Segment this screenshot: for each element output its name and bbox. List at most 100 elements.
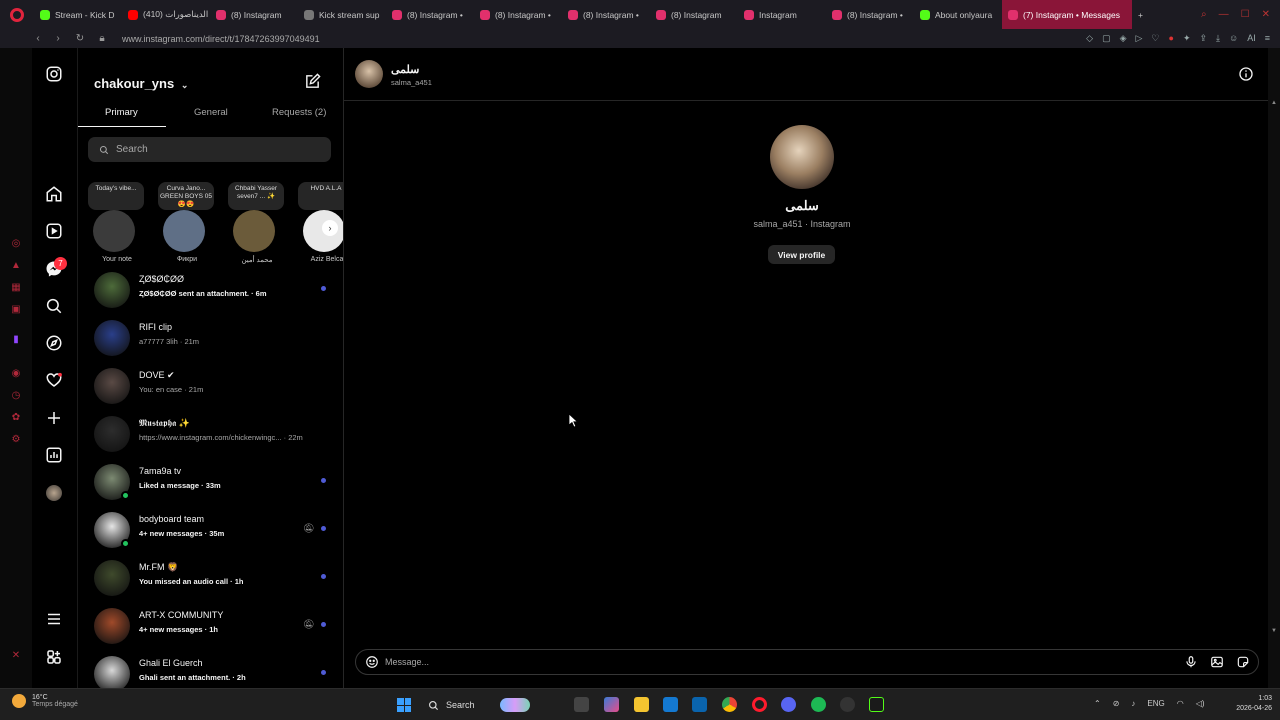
task-view-icon[interactable] xyxy=(574,697,589,712)
browser-tab[interactable]: الديناصورات (410) xyxy=(122,0,210,29)
menu-icon[interactable]: ≡ xyxy=(1265,33,1270,44)
maximize-icon[interactable]: ☐ xyxy=(1241,9,1250,20)
twitch-icon[interactable]: ▮ xyxy=(10,334,22,346)
obs-icon[interactable] xyxy=(840,697,855,712)
chrome-icon[interactable] xyxy=(722,697,737,712)
conversation-row[interactable]: bodyboard team 4+ new messages · 35m 🔕︎ xyxy=(78,510,343,558)
shield-icon[interactable]: ◈ xyxy=(1120,33,1127,44)
threads-icon[interactable] xyxy=(45,648,63,666)
scroll-down-icon[interactable]: ▼ xyxy=(1271,628,1277,634)
taskbar-search[interactable]: Search xyxy=(420,695,530,715)
conversation-row[interactable]: ⱫØ$Ø₵ØØ ⱫØ$Ø₵ØØ sent an attachment. · 6m xyxy=(78,270,343,318)
tray-chevron-icon[interactable]: ⌃ xyxy=(1094,699,1101,708)
browser-tab[interactable]: (8) Instagram xyxy=(650,0,738,29)
wifi-icon[interactable]: ◠ xyxy=(1177,699,1184,708)
workspace-icon[interactable]: ▲ xyxy=(10,260,22,272)
aria-icon[interactable]: ◎ xyxy=(10,238,22,250)
emoji-icon[interactable] xyxy=(365,655,379,669)
windows-start-icon[interactable] xyxy=(397,698,411,712)
info-icon[interactable] xyxy=(1238,66,1254,82)
mic-tray-icon[interactable]: ♪ xyxy=(1131,699,1135,708)
discord-icon[interactable] xyxy=(781,697,796,712)
dashboard-icon[interactable] xyxy=(45,446,63,464)
conversation-row[interactable]: RIFI clip a77777 3lih · 21m xyxy=(78,318,343,366)
scroll-up-icon[interactable]: ▲ xyxy=(1271,100,1277,106)
network-icon[interactable]: ⊘ xyxy=(1113,699,1120,708)
file-explorer-icon[interactable] xyxy=(634,697,649,712)
gx-icon[interactable]: ✕ xyxy=(10,650,22,662)
sticker-icon[interactable] xyxy=(1236,655,1250,669)
player-icon[interactable]: ◉ xyxy=(10,368,22,380)
outlook-icon[interactable] xyxy=(692,697,707,712)
conversation-row[interactable]: DOVE ✔ You: en case · 21m xyxy=(78,366,343,414)
back-icon[interactable]: ‹ xyxy=(30,33,46,44)
browser-tab[interactable]: (7) Instagram • Messages xyxy=(1002,0,1132,29)
weather-widget[interactable]: 16°C Temps dégagé xyxy=(12,694,78,708)
extension-vpn-icon[interactable]: ● xyxy=(1169,33,1174,44)
snapshot-icon[interactable]: ▢ xyxy=(1102,33,1111,44)
spotify-icon[interactable] xyxy=(811,697,826,712)
search-icon[interactable] xyxy=(45,297,63,315)
opera-gx-icon[interactable] xyxy=(752,697,767,712)
compose-icon[interactable] xyxy=(304,73,321,90)
search-tabs-icon[interactable]: ⌕ xyxy=(1201,9,1207,20)
image-icon[interactable] xyxy=(1210,655,1224,669)
pinboard-icon[interactable]: ▣ xyxy=(10,304,22,316)
play-icon[interactable]: ▷ xyxy=(1136,33,1143,44)
conversation-row[interactable]: 𝕸𝖚𝖘𝖙𝖆𝖕𝖍𝖆 ✨ https://www.instagram.com/chic… xyxy=(78,414,343,462)
new-tab-button[interactable]: + xyxy=(1132,0,1152,29)
tab-requests[interactable]: Requests (2) xyxy=(272,107,326,118)
conversation-row[interactable]: Mr.FM 🦁 You missed an audio call · 1h xyxy=(78,558,343,606)
page-scrollbar[interactable]: ▲ ▼ xyxy=(1268,48,1280,688)
browser-tab[interactable]: (8) Instagram xyxy=(210,0,298,29)
browser-tab[interactable]: (8) Instagram • xyxy=(386,0,474,29)
share-icon[interactable]: ⇪ xyxy=(1199,33,1207,44)
url-field[interactable]: www.instagram.com/direct/t/1784726399704… xyxy=(122,34,320,44)
widgets-app-icon[interactable] xyxy=(604,697,619,712)
conversation-row[interactable]: ART-X COMMUNITY 4+ new messages · 1h 🔕︎ xyxy=(78,606,343,654)
message-composer[interactable]: Message... xyxy=(355,649,1259,675)
browser-tab[interactable]: About onlyaura xyxy=(914,0,1002,29)
chat-avatar[interactable] xyxy=(355,60,383,88)
home-icon[interactable] xyxy=(45,185,63,203)
extensions-sidebar-icon[interactable]: ✿ xyxy=(10,412,22,424)
history-icon[interactable]: ◷ xyxy=(10,390,22,402)
browser-tab[interactable]: (8) Instagram • xyxy=(826,0,914,29)
chat-contact-name[interactable]: سلمى xyxy=(391,63,419,76)
chevron-right-icon[interactable]: › xyxy=(322,220,338,236)
tab-primary[interactable]: Primary xyxy=(105,107,138,118)
heart-icon[interactable] xyxy=(45,371,63,389)
browser-tab[interactable]: Stream - Kick D xyxy=(34,0,122,29)
search-input[interactable]: Search xyxy=(88,137,331,162)
extensions-icon[interactable]: ✦ xyxy=(1183,33,1191,44)
instagram-logo-icon[interactable] xyxy=(45,65,63,83)
browser-tab[interactable]: (8) Instagram • xyxy=(474,0,562,29)
account-switcher[interactable]: chakour_yns ⌄ xyxy=(94,76,188,91)
view-profile-button[interactable]: View profile xyxy=(768,245,835,264)
menu-icon[interactable] xyxy=(45,610,63,628)
profile-icon[interactable]: ☺ xyxy=(1229,33,1238,44)
reload-icon[interactable]: ↻ xyxy=(72,33,88,44)
close-window-icon[interactable]: ✕ xyxy=(1262,9,1270,20)
bookmark-icon[interactable]: ◇ xyxy=(1086,33,1093,44)
profile-avatar[interactable] xyxy=(45,484,63,502)
mic-icon[interactable] xyxy=(1184,655,1198,669)
store-icon[interactable] xyxy=(663,697,678,712)
heart-bookmark-icon[interactable]: ♡ xyxy=(1151,33,1159,44)
opera-logo-icon[interactable] xyxy=(10,7,24,22)
minimize-icon[interactable]: — xyxy=(1219,9,1229,20)
volume-icon[interactable]: ◁) xyxy=(1196,699,1205,708)
tab-general[interactable]: General xyxy=(194,107,228,118)
taskbar-clock[interactable]: 1:03 2026-04-26 xyxy=(1224,694,1272,714)
message-input[interactable]: Message... xyxy=(385,657,429,667)
ai-button[interactable]: AI xyxy=(1247,33,1256,44)
download-icon[interactable]: ⤓ xyxy=(1216,33,1220,44)
reels-icon[interactable] xyxy=(45,222,63,240)
language-indicator[interactable]: ENG xyxy=(1147,699,1164,708)
settings-icon[interactable]: ⚙ xyxy=(10,434,22,446)
create-icon[interactable] xyxy=(45,409,63,427)
browser-tab[interactable]: Instagram xyxy=(738,0,826,29)
forward-icon[interactable]: › xyxy=(50,33,66,44)
crypto-wallet-icon[interactable]: ▦ xyxy=(10,282,22,294)
browser-tab[interactable]: Kick stream sup xyxy=(298,0,386,29)
